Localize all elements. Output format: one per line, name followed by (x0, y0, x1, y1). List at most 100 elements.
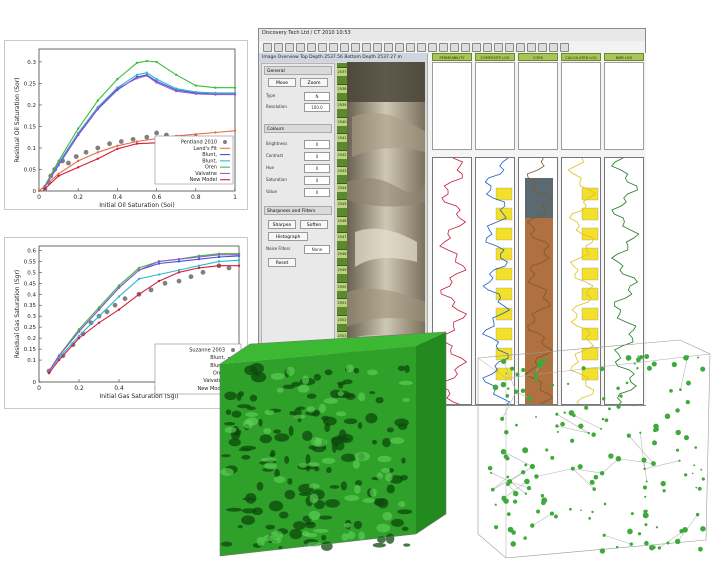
pore-node (570, 438, 575, 443)
resolution-field[interactable]: 100.0 (304, 103, 330, 112)
pore-hole (326, 467, 332, 474)
toolbar-tool-icon[interactable] (450, 43, 459, 52)
pore-node (493, 525, 499, 530)
series-marker (117, 308, 121, 311)
y-tick-label: 0.25 (24, 325, 37, 331)
pore-highlight (343, 522, 352, 528)
section-sharpness[interactable]: Sharpness and Filters (264, 206, 332, 215)
track-settings-panel[interactable] (475, 62, 515, 150)
toolbar-tool-icon[interactable] (472, 43, 481, 52)
zoom-button[interactable]: Zoom (300, 78, 328, 87)
toolbar-tool-icon[interactable] (505, 43, 514, 52)
pore-node (684, 473, 688, 477)
pore-highlight (369, 488, 377, 497)
pore-node (603, 502, 607, 506)
toolbar-tool-icon[interactable] (307, 43, 316, 52)
sharpen-button[interactable]: Sharpen (268, 220, 296, 229)
section-general[interactable]: General (264, 66, 332, 75)
track-header[interactable]: CORE (518, 53, 558, 61)
toolbar-tool-icon[interactable] (340, 43, 349, 52)
track-header[interactable]: NMR LOG (604, 53, 644, 61)
pore-node (662, 482, 666, 486)
noise-filter-select[interactable]: None (304, 245, 330, 254)
toolbar-tool-icon[interactable] (406, 43, 415, 52)
histograph-button[interactable]: Histograph (268, 232, 308, 241)
toolbar-tool-icon[interactable] (494, 43, 503, 52)
pore-throat (640, 432, 645, 469)
series-marker (155, 77, 158, 81)
contrast-field[interactable]: 0 (304, 152, 330, 161)
pore-hole (404, 364, 410, 373)
type-label: Type (266, 93, 276, 98)
pore-node (514, 389, 519, 394)
toolbar-tool-icon[interactable] (362, 43, 371, 52)
saturation-field[interactable]: 0 (304, 176, 330, 185)
section-colours[interactable]: Colours (264, 124, 332, 133)
pore-hole (231, 410, 242, 418)
pore-node (632, 403, 635, 407)
series-marker (37, 189, 41, 193)
toolbar-tool-icon[interactable] (351, 43, 360, 52)
pore-node (530, 523, 535, 528)
pore-hole (329, 485, 340, 489)
legend-swatch (223, 140, 227, 144)
series-marker (57, 358, 61, 362)
toolbar-tool-icon[interactable] (318, 43, 327, 52)
track-header[interactable]: PERMEABILITY (432, 53, 472, 61)
pore-node (599, 470, 605, 476)
hue-field[interactable]: 0 (304, 164, 330, 173)
pore-hole (340, 481, 348, 491)
reset-button[interactable]: Reset (268, 258, 296, 267)
series-marker (145, 59, 148, 63)
toolbar-tool-icon[interactable] (428, 43, 437, 52)
toolbar-tool-icon[interactable] (285, 43, 294, 52)
pore-throat (677, 514, 698, 542)
toolbar-tool-icon[interactable] (263, 43, 272, 52)
pore-highlight (335, 411, 347, 417)
toolbar-tool-icon[interactable] (296, 43, 305, 52)
toolbar-tool-icon[interactable] (527, 43, 536, 52)
track-settings-panel[interactable] (518, 62, 558, 150)
toolbar-tool-icon[interactable] (373, 43, 382, 52)
type-field[interactable]: N (304, 92, 330, 101)
pore-hole (382, 437, 391, 448)
toolbar-tool-icon[interactable] (384, 43, 393, 52)
track-header[interactable]: COMPOSITE LOG (475, 53, 515, 61)
pore-node (521, 367, 526, 373)
pore-highlight (273, 476, 286, 483)
track-header[interactable]: CALCULATED LOG (561, 53, 601, 61)
pore-hole (287, 478, 293, 485)
toolbar-tool-icon[interactable] (560, 43, 569, 52)
toolbar-tool-icon[interactable] (516, 43, 525, 52)
pore-node (592, 487, 597, 491)
pore-node (639, 431, 642, 434)
x-tick-label: 0.6 (152, 194, 162, 201)
toolbar-tool-icon[interactable] (461, 43, 470, 52)
saturation-row: Saturation 0 (266, 176, 330, 185)
pore-node (588, 516, 592, 520)
track-settings-panel[interactable] (604, 62, 644, 150)
series-marker (237, 264, 241, 267)
toolbar-tool-icon[interactable] (483, 43, 492, 52)
brightness-field[interactable]: 0 (304, 140, 330, 149)
value-field[interactable]: 0 (304, 188, 330, 197)
x-tick-label: 0.4 (114, 385, 124, 392)
toolbar-tool-icon[interactable] (274, 43, 283, 52)
toolbar-tool-icon[interactable] (417, 43, 426, 52)
pore-highlight (286, 366, 295, 376)
series-marker (117, 286, 121, 289)
move-button[interactable]: Move (268, 78, 296, 87)
toolbar-tool-icon[interactable] (329, 43, 338, 52)
x-tick-label: 0.2 (73, 194, 83, 201)
pore-hole (371, 439, 378, 445)
track-settings-panel[interactable] (561, 62, 601, 150)
toolbar-tool-icon[interactable] (549, 43, 558, 52)
toolbar-tool-icon[interactable] (439, 43, 448, 52)
soften-button[interactable]: Soften (300, 220, 328, 229)
toolbar-tool-icon[interactable] (538, 43, 547, 52)
core-sample-image[interactable] (347, 62, 425, 362)
pore-highlight (297, 384, 310, 393)
track-settings-panel[interactable] (432, 62, 472, 150)
series-marker (197, 255, 201, 259)
toolbar-tool-icon[interactable] (395, 43, 404, 52)
